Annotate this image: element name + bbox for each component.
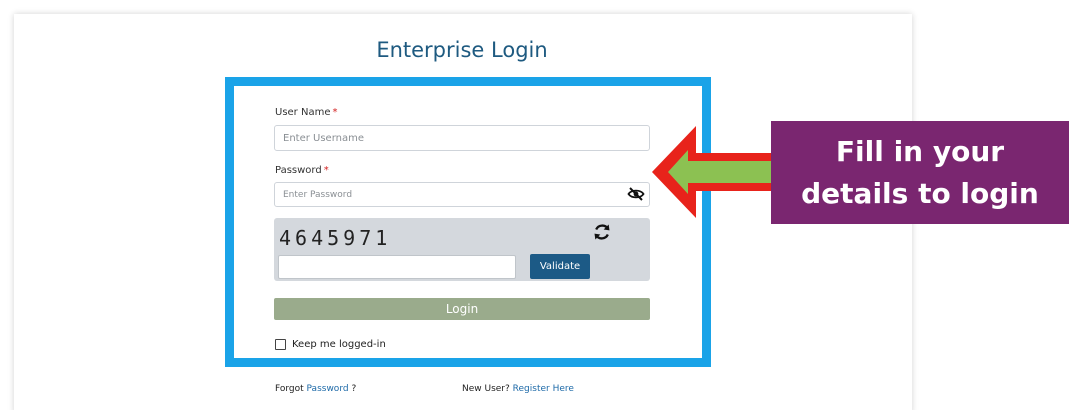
captcha-box: 4645971 Validate xyxy=(274,218,650,281)
keep-logged-in-row[interactable]: Keep me logged-in xyxy=(275,339,386,350)
password-label: Password * xyxy=(275,165,329,176)
validate-button[interactable]: Validate xyxy=(530,254,590,279)
username-label-text: User Name xyxy=(275,107,331,118)
captcha-input[interactable] xyxy=(278,255,516,279)
forgot-suffix: ? xyxy=(351,384,357,394)
username-label: User Name * xyxy=(275,107,337,118)
callout-line-1: Fill in your xyxy=(835,135,1005,168)
forgot-password-link[interactable]: Password xyxy=(307,384,349,394)
required-marker: * xyxy=(332,107,338,118)
callout-line-2: details to login xyxy=(801,177,1039,210)
annotation-callout: Fill in your details to login xyxy=(771,121,1069,224)
captcha-code: 4645971 xyxy=(279,226,392,250)
username-input[interactable] xyxy=(274,125,650,151)
forgot-prefix: Forgot xyxy=(275,384,304,394)
register-row: New User? Register Here xyxy=(462,384,574,394)
page-title: Enterprise Login xyxy=(376,38,548,62)
register-link[interactable]: Register Here xyxy=(513,384,574,394)
keep-logged-in-checkbox[interactable] xyxy=(275,339,286,350)
password-label-text: Password xyxy=(275,165,322,176)
eye-slash-icon[interactable] xyxy=(627,187,645,201)
password-input[interactable] xyxy=(274,182,650,207)
left-arrow-icon xyxy=(652,126,772,218)
refresh-icon[interactable] xyxy=(592,222,612,242)
new-user-prefix: New User? xyxy=(462,384,510,394)
forgot-password-row: Forgot Password ? xyxy=(275,384,356,394)
login-button[interactable]: Login xyxy=(274,298,650,320)
required-marker: * xyxy=(323,165,329,176)
keep-logged-in-label: Keep me logged-in xyxy=(292,339,386,350)
